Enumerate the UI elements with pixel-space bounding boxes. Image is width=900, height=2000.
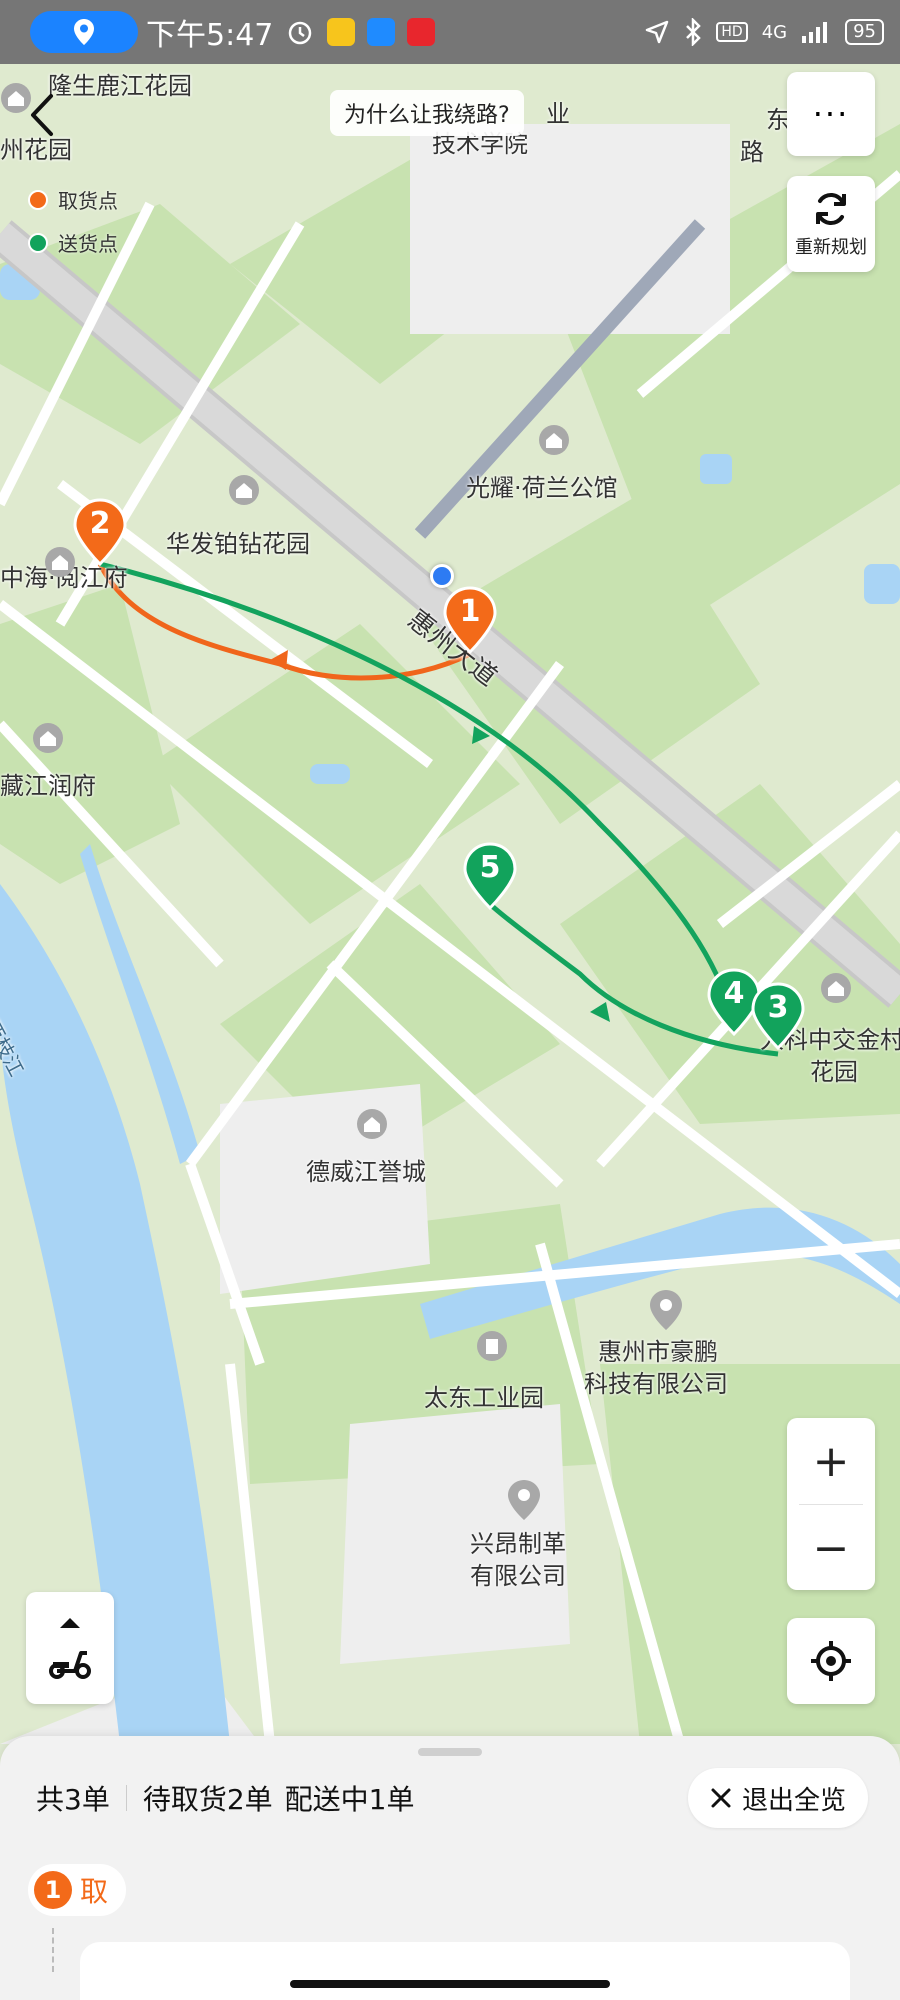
taobao-icon [327,18,356,46]
home-indicator[interactable] [290,1980,610,1988]
map-label-xingang-1: 兴昂制革 [470,1530,566,1558]
signal-icon [802,22,828,43]
legend-delivery-label: 送货点 [58,232,118,256]
more-button[interactable]: ··· [787,72,875,156]
order-summary-sheet[interactable]: 共3单 待取货2单 配送中1单 退出全览 1 取 [0,1736,900,2000]
zoom-controls: + − [787,1418,875,1590]
pickup-step-tag: 1 取 [28,1864,127,1916]
network-type: 4G [761,21,788,43]
order-card[interactable] [80,1942,850,2000]
refresh-icon [816,193,846,225]
alarm-icon [289,21,312,45]
clock: 下午5:47 [146,18,274,53]
map-label-guangyao: 光耀·荷兰公馆 [466,474,618,502]
pickup-step-number: 1 [34,1871,72,1909]
pickup-dot-icon [28,189,48,210]
caret-up-icon [60,1618,80,1628]
map-label-longsheng: 隆生鹿江花园 [48,72,192,100]
legend-delivery: 送货点 [28,228,118,257]
summary-divider [125,1785,127,1811]
sheet-drag-handle[interactable] [418,1748,482,1756]
more-icon: ··· [812,95,850,133]
poi-pin-icon [508,1480,540,1520]
map-label-kezhongjiao-2: 花园 [810,1058,858,1086]
navigation-arrow-icon [646,20,669,44]
map-label-xingang-2: 有限公司 [470,1562,566,1590]
zoom-in-button[interactable]: + [787,1418,875,1504]
total-orders: 共3单 [36,1783,110,1816]
pickup-step-label: 取 [80,1875,109,1908]
route-marker-2[interactable]: 2 [72,498,128,566]
map-label-dewei: 德威江誉城 [306,1158,426,1186]
crosshair-icon [811,1641,851,1681]
courier-location-dot [430,564,454,588]
why-detour-tip[interactable]: 为什么让我绕路? [330,90,524,136]
location-icon [74,19,94,45]
bluetooth-icon [686,18,702,46]
map-label-taidong: 太东工业园 [424,1384,544,1412]
message-icon [367,18,396,46]
poi-house-icon [357,1109,387,1139]
map-label-haopeng-1: 惠州市豪鹏 [598,1338,718,1366]
map-legend: 取货点 送货点 [28,185,118,271]
poi-house-icon [33,723,63,753]
route-marker-5[interactable]: 5 [462,842,518,910]
map-label-huafa: 华发铂钻花园 [166,530,310,558]
replan-label: 重新规划 [795,237,867,258]
exit-overview-label: 退出全览 [742,1785,847,1816]
legend-pickup: 取货点 [28,185,118,214]
poi-building-icon [477,1331,507,1361]
close-icon [711,1788,731,1808]
replan-button[interactable]: 重新规划 [787,176,875,272]
map-canvas [0,64,900,1744]
map-view[interactable]: 隆生鹿江花园 州花园 业 技术学院 东 路 光耀·荷兰公馆 华发铂钻花园 中海·… [0,64,900,1744]
battery-indicator: 95 [845,19,884,45]
back-button[interactable] [22,90,62,140]
map-label-haopeng-2: 科技有限公司 [584,1370,728,1398]
poi-house-icon [229,475,259,505]
mall-icon [407,18,436,46]
delivery-dot-icon [28,232,48,253]
poi-house-icon [539,425,569,455]
map-label-road-top-right-2: 路 [740,138,764,166]
route-marker-1[interactable]: 1 [442,586,498,654]
location-pill[interactable] [30,11,138,53]
route-marker-3[interactable]: 3 [750,982,806,1050]
vehicle-mode-button[interactable] [26,1592,114,1704]
poi-pin-icon [650,1290,682,1330]
delivering-count: 配送中1单 [284,1783,415,1816]
pending-pickup-count: 待取货2单 [142,1783,273,1816]
locate-me-button[interactable] [787,1618,875,1704]
poi-house-icon [821,973,851,1003]
timeline-dash [52,1928,54,1972]
exit-overview-button[interactable]: 退出全览 [688,1768,869,1828]
zoom-out-button[interactable]: − [787,1505,875,1591]
scooter-icon [49,1651,91,1679]
status-bar: 下午5:47 HD 4G 95 [0,0,900,64]
map-label-tech-college-top: 业 [546,100,570,128]
legend-pickup-label: 取货点 [58,189,118,213]
hd-badge: HD [716,22,748,42]
order-summary: 共3单 待取货2单 配送中1单 [36,1778,414,1818]
chevron-left-icon [31,94,53,136]
map-label-zangjiang: 藏江润府 [0,772,96,800]
